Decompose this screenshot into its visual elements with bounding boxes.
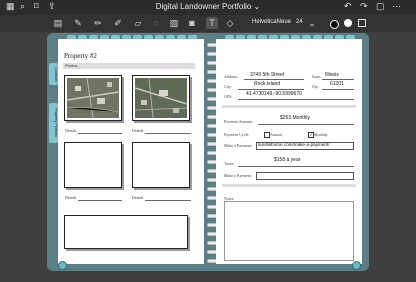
eraser-icon[interactable]: ▱ (132, 17, 144, 29)
details-line[interactable] (78, 200, 122, 201)
address-label: Address: (224, 74, 239, 79)
color-picker-swatch[interactable] (358, 19, 366, 27)
page-title: Property #2 (64, 52, 97, 60)
section-divider (222, 105, 356, 108)
city-line (238, 89, 304, 90)
font-size-chevron-icon[interactable]: ⌄ (306, 17, 318, 29)
zip-label: Zip: (312, 84, 319, 89)
photo-frame-3[interactable] (64, 142, 122, 188)
details-line[interactable] (145, 133, 191, 134)
left-page: Property #2 Photos Details Details Detai… (58, 39, 204, 264)
taxes-value[interactable]: $158 a year (274, 157, 300, 163)
state-line (322, 79, 354, 80)
right-page: Address: 3749 5th Street State: Illinois… (216, 39, 362, 264)
photo-frame-4[interactable] (132, 142, 190, 188)
address-line (244, 79, 304, 80)
pages-icon[interactable]: ▢ (376, 1, 385, 12)
zip-value[interactable]: 61201 (330, 81, 344, 87)
side-tab-property-portfolio[interactable]: Property Portfolio (49, 103, 58, 143)
photos-header: Photos (63, 63, 195, 69)
state-label: State: (312, 74, 322, 79)
annual-label: Annual (270, 132, 282, 137)
make-payment2-field[interactable] (256, 172, 354, 180)
highlighter-icon[interactable]: ✐ (112, 17, 124, 29)
details-label: Details (132, 128, 144, 133)
page-nav-left-dot[interactable] (58, 261, 67, 270)
notes-area[interactable] (224, 201, 354, 261)
state-value[interactable]: Illinois (325, 72, 339, 78)
redo-icon[interactable]: ↷ (360, 1, 368, 12)
aerial-map-image (134, 77, 188, 119)
make-payment2-label: Make a Payment: (224, 173, 252, 178)
notebook: Contacts Property Portfolio Property #2 … (47, 33, 369, 271)
shapes-icon[interactable]: ◇ (224, 17, 236, 29)
payment-cycle-label: Payment Cycle: (224, 132, 250, 137)
document-title[interactable]: Digital Landowner Portfolio ⌄ (0, 2, 416, 11)
text-icon[interactable]: T (206, 17, 218, 29)
photo-frame-2[interactable] (132, 75, 190, 121)
make-payment-label: Make a Payment: (224, 143, 252, 148)
section-divider (222, 184, 356, 187)
address-value[interactable]: 3749 5th Street (250, 72, 284, 78)
details-line[interactable] (145, 200, 191, 201)
font-size[interactable]: 24 (296, 19, 303, 25)
payment-amount-value[interactable]: $253 Monthly (280, 115, 310, 121)
gps-label: GPS: (224, 94, 233, 99)
undo-icon[interactable]: ↶ (344, 1, 352, 12)
city-value[interactable]: Rock Island (254, 81, 280, 87)
side-tab-contacts[interactable]: Contacts (49, 63, 58, 85)
gps-line (238, 99, 354, 100)
make-payment-url[interactable]: landlishome.com/make-a-payment/ (258, 142, 330, 147)
pencil-icon[interactable]: ✏ (92, 17, 104, 29)
image-icon[interactable]: ▨ (168, 17, 180, 29)
monthly-label: Monthly (314, 132, 328, 137)
camera-icon[interactable]: ◙ (186, 17, 198, 29)
font-name[interactable]: HelveticaNeue (252, 19, 291, 25)
details-label: Details (65, 195, 77, 200)
photo-frame-5[interactable] (64, 215, 188, 249)
zip-line (322, 89, 354, 90)
color-white-swatch[interactable] (344, 19, 352, 27)
taxes-line (238, 166, 354, 167)
title-bar: ▦ ⌕ ⌑ ⇪ Digital Landowner Portfolio ⌄ ↶ … (0, 0, 416, 15)
toolbar: ▤ ✎ ✏ ✐ ▱ ◌ ▨ ◙ T ◇ HelveticaNeue 24 ⌄ (0, 15, 416, 32)
city-label: City: (224, 84, 233, 89)
lasso-icon[interactable]: ◌ (150, 17, 162, 29)
details-label: Details (132, 195, 144, 200)
details-line[interactable] (78, 133, 122, 134)
pen-icon[interactable]: ✎ (72, 17, 84, 29)
payment-amount-label: Payment Amount: (224, 119, 253, 124)
page-nav-right-dot[interactable] (352, 261, 361, 270)
taxes-label: Taxes: (224, 161, 235, 166)
more-icon[interactable]: ⋯ (392, 1, 401, 12)
gps-value[interactable]: 41.4730149,-90.5999670 (246, 91, 302, 97)
aerial-map-image (66, 77, 120, 119)
photo-frame-1[interactable] (64, 75, 122, 121)
details-label: Details (65, 128, 77, 133)
color-black-swatch[interactable] (330, 20, 339, 29)
sidebar-icon[interactable]: ▤ (52, 17, 64, 29)
payment-amount-line (258, 124, 354, 125)
